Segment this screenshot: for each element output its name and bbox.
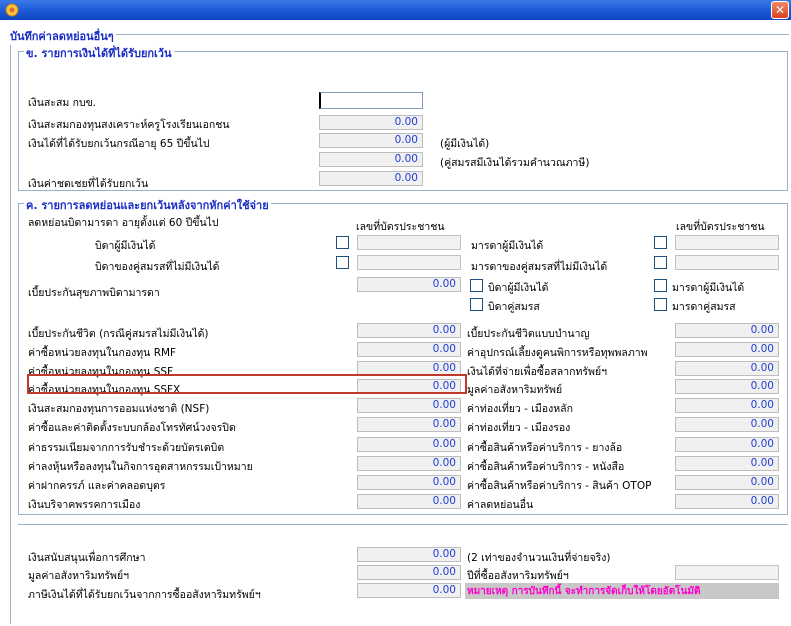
cctv-field[interactable]: 0.00 — [357, 417, 461, 432]
target-industry-label: ค่าลงหุ้นหรือลงทุนในกิจการอุตสาหกรรมเป้า… — [28, 461, 253, 473]
compensation-field[interactable]: 0.00 — [319, 171, 423, 186]
tires-label: ค่าซื้อสินค้าหรือค่าบริการ - ยางล้อ — [467, 442, 623, 454]
dialog-title: บันทึกค่าลดหย่อนอื่นๆ — [8, 27, 116, 45]
nsf-label: เงินสะสมกองทุนการออมแห่งชาติ (NSF) — [28, 403, 210, 415]
private-teacher-field[interactable]: 0.00 — [319, 115, 423, 130]
life-insurance-label: เบี้ยประกันชีวิต (กรณีคู่สมรสไม่มีเงินได… — [28, 328, 209, 340]
spouse-father-checkbox[interactable] — [336, 256, 349, 269]
title-bar: ✕ — [0, 0, 791, 20]
id-header-left: เลขที่บัตรประชาชน — [356, 221, 445, 233]
gpf-label: เงินสะสม กบข. — [28, 97, 97, 109]
mother-label: มารดาผู้มีเงินได้ — [471, 240, 544, 252]
health-mother-checkbox[interactable] — [654, 279, 667, 292]
education-label: เงินสนับสนุนเพื่อการศึกษา — [28, 552, 146, 564]
section-deductions-title: ค. รายการลดหย่อนและยกเว้นหลังจากหักค่าใช… — [24, 196, 271, 214]
other-deduction-label: ค่าลดหย่อนอื่น — [467, 499, 534, 511]
spouse-mother-id-field[interactable] — [675, 255, 779, 270]
maternity-label: ค่าฝากครรภ์ และค่าคลอดบุตร — [28, 480, 166, 492]
autosave-note: หมายเหตุ การบันทึกนี้ จะทำการจัดเก็บให้โ… — [465, 583, 779, 599]
books-label: ค่าซื้อสินค้าหรือค่าบริการ - หนังสือ — [467, 461, 625, 473]
health-father-label: บิดาผู้มีเงินได้ — [488, 282, 549, 294]
private-teacher-label: เงินสะสมกองทุนสงเคราะห์ครูโรงเรียนเอกชน — [28, 119, 230, 131]
travel-main-field[interactable]: 0.00 — [675, 398, 779, 413]
father-label: บิดาผู้มีเงินได้ — [95, 240, 156, 252]
spouse-father-id-field[interactable] — [357, 255, 461, 270]
mother-id-field[interactable] — [675, 235, 779, 250]
property-field[interactable]: 0.00 — [675, 379, 779, 394]
health-father-checkbox[interactable] — [470, 279, 483, 292]
parents-label: ลดหย่อนบิดามารดา อายุตั้งแต่ 60 ปีขึ้นไป — [28, 217, 219, 229]
travel-main-label: ค่าท่องเที่ยว - เมืองหลัก — [467, 403, 573, 415]
debit-fee-label: ค่าธรรมเนียมจากการรับชำระด้วยบัตรเดบิต — [28, 442, 225, 454]
political-donation-label: เงินบริจาคพรรคการเมือง — [28, 499, 141, 511]
age65-label: เงินได้ที่ได้รับยกเว้นกรณีอายุ 65 ปีขึ้น… — [28, 138, 210, 150]
property-exempt-field[interactable]: 0.00 — [357, 583, 461, 598]
ssfx-highlight-box — [27, 374, 467, 394]
savings-lottery-label: เงินได้ที่จ่ายเพื่อซื้อสลากทรัพย์ฯ — [467, 366, 607, 378]
other-deduction-field[interactable]: 0.00 — [675, 494, 779, 509]
pension-insurance-field[interactable]: 0.00 — [675, 323, 779, 338]
father-checkbox[interactable] — [336, 236, 349, 249]
spouse-father-label: บิดาของคู่สมรสที่ไม่มีเงินได้ — [95, 261, 220, 273]
property-year-label: ปีที่ซื้ออสังหาริมทรัพย์ฯ — [467, 570, 569, 582]
health-mother-label: มารดาผู้มีเงินได้ — [672, 282, 745, 294]
rmf-label: ค่าซื้อหน่วยลงทุนในกองทุน RMF — [28, 347, 177, 359]
property-label: มูลค่าอสังหาริมทรัพย์ — [467, 384, 563, 396]
disability-equipment-field[interactable]: 0.00 — [675, 342, 779, 357]
education-note: (2 เท่าของจำนวนเงินที่จ่ายจริง) — [467, 552, 611, 564]
travel-secondary-label: ค่าท่องเที่ยว - เมืองรอง — [467, 422, 571, 434]
bottom-section-divider — [18, 524, 788, 525]
section-exempt-title: ข. รายการเงินได้ที่ได้รับยกเว้น — [24, 44, 174, 62]
travel-secondary-field[interactable]: 0.00 — [675, 417, 779, 432]
maternity-field[interactable]: 0.00 — [357, 475, 461, 490]
cctv-label: ค่าซื้อและค่าติดตั้งระบบกล้องโทรทัศน์วงจ… — [28, 422, 236, 434]
debit-fee-field[interactable]: 0.00 — [357, 437, 461, 452]
otop-label: ค่าซื้อสินค้าหรือค่าบริการ - สินค้า OTOP — [467, 480, 652, 492]
age65-spouse-field[interactable]: 0.00 — [319, 152, 423, 167]
property-exempt-label: ภาษีเงินได้ที่ได้รับยกเว้นจากการซื้ออสัง… — [28, 589, 261, 601]
spouse-mother-label: มารดาของคู่สมรสที่ไม่มีเงินได้ — [471, 261, 608, 273]
savings-lottery-field[interactable]: 0.00 — [675, 361, 779, 376]
otop-field[interactable]: 0.00 — [675, 475, 779, 490]
autosave-note-text: หมายเหตุ การบันทึกนี้ จะทำการจัดเก็บให้โ… — [467, 586, 701, 597]
property-year-field[interactable] — [675, 565, 779, 580]
health-spouse-father-checkbox[interactable] — [470, 298, 483, 311]
age65-spouse-note: (คู่สมรสมีเงินได้รวมคำนวณภาษี) — [440, 157, 590, 169]
tires-field[interactable]: 0.00 — [675, 437, 779, 452]
age65-note: (ผู้มีเงินได้) — [440, 138, 490, 150]
books-field[interactable]: 0.00 — [675, 456, 779, 471]
disability-equipment-label: ค่าอุปกรณ์เลี้ยงดูคนพิการหรือทุพพลภาพ — [467, 347, 648, 359]
compensation-label: เงินค่าชดเชยที่ได้รับยกเว้น — [28, 178, 149, 190]
id-header-right: เลขที่บัตรประชาชน — [676, 221, 765, 233]
health-spouse-mother-label: มารดาคู่สมรส — [672, 301, 736, 313]
property-value-field[interactable]: 0.00 — [357, 565, 461, 580]
property-value-label: มูลค่าอสังหาริมทรัพย์ฯ — [28, 570, 130, 582]
father-id-field[interactable] — [357, 235, 461, 250]
target-industry-field[interactable]: 0.00 — [357, 456, 461, 471]
political-donation-field[interactable]: 0.00 — [357, 494, 461, 509]
parent-health-label: เบี้ยประกันสุขภาพบิดามารดา — [28, 287, 160, 299]
spouse-mother-checkbox[interactable] — [654, 256, 667, 269]
nsf-field[interactable]: 0.00 — [357, 398, 461, 413]
age65-field[interactable]: 0.00 — [319, 133, 423, 148]
parent-health-field[interactable]: 0.00 — [357, 277, 461, 292]
gpf-input[interactable] — [319, 92, 423, 109]
education-field[interactable]: 0.00 — [357, 547, 461, 562]
pension-insurance-label: เบี้ยประกันชีวิตแบบบำนาญ — [467, 328, 590, 340]
app-icon — [5, 3, 19, 17]
close-button[interactable]: ✕ — [771, 1, 789, 19]
mother-checkbox[interactable] — [654, 236, 667, 249]
life-insurance-field[interactable]: 0.00 — [357, 323, 461, 338]
health-spouse-mother-checkbox[interactable] — [654, 298, 667, 311]
rmf-field[interactable]: 0.00 — [357, 342, 461, 357]
health-spouse-father-label: บิดาคู่สมรส — [488, 301, 540, 313]
